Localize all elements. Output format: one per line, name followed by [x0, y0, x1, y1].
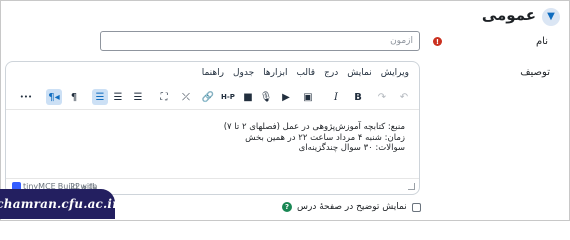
menu-insert[interactable]: درج	[324, 68, 338, 78]
redo-icon[interactable]: ↷	[374, 89, 390, 105]
toolbar-divider	[6, 109, 419, 110]
more-icon[interactable]: •••	[18, 89, 34, 105]
rtl-icon[interactable]: ¶◂	[46, 89, 62, 105]
unlink-icon[interactable]: ⤫	[178, 89, 194, 105]
name-input[interactable]	[100, 31, 420, 51]
watermark-text: chamran.cfu.ac.ir	[0, 197, 119, 211]
menu-format[interactable]: قالب	[296, 68, 315, 78]
menu-edit[interactable]: ویرایش	[381, 68, 409, 78]
editor-content[interactable]: منبع: کتابچه آموزش‌پژوهی در عمل (فصلهای …	[25, 122, 405, 154]
align-left-icon[interactable]: ☰	[130, 89, 146, 105]
editor-menubar: ویرایش نمایش درج قالب ابزارها جدول راهنم…	[202, 68, 409, 78]
record-audio-icon[interactable]: 🎙	[258, 89, 274, 105]
section-title: عمومی	[481, 6, 536, 24]
link-icon[interactable]: 🔗	[200, 89, 216, 105]
align-center-icon[interactable]: ☰	[110, 89, 126, 105]
undo-icon[interactable]: ↶	[396, 89, 412, 105]
menu-tools[interactable]: ابزارها	[263, 68, 287, 78]
watermark: chamran.cfu.ac.ir	[0, 189, 119, 219]
required-icon: !	[433, 37, 442, 46]
help-icon[interactable]: ?	[282, 202, 292, 212]
fullscreen-icon[interactable]: ⛶	[156, 89, 172, 105]
show-description-checkbox[interactable]	[411, 202, 421, 212]
show-description-option: نمایش توضیح در صفحهٔ درس ?	[282, 202, 421, 212]
content-line: زمان: شنبه ۴ مرداد ساعت ۲۲ در همین بخش	[245, 132, 405, 143]
show-description-label: نمایش توضیح در صفحهٔ درس	[297, 202, 407, 212]
menu-view[interactable]: نمایش	[347, 68, 371, 78]
bold-icon[interactable]: B	[350, 89, 366, 105]
description-editor: ویرایش نمایش درج قالب ابزارها جدول راهنم…	[5, 61, 420, 195]
collapse-section-chevron-icon[interactable]: ▼	[542, 8, 560, 26]
media-icon[interactable]: ▶	[278, 89, 294, 105]
content-line: منبع: کتابچه آموزش‌پژوهی در عمل (فصلهای …	[223, 122, 405, 132]
menu-table[interactable]: جدول	[233, 68, 254, 78]
ltr-icon[interactable]: ¶	[66, 89, 82, 105]
align-right-icon[interactable]: ☰	[92, 89, 108, 105]
menu-help[interactable]: راهنما	[202, 68, 224, 78]
editor-toolbar: ↶ ↷ B I ▣ ▶ 🎙 ■ H-P 🔗 ⤫ ⛶ ☰ ☰ ☰ ¶ ¶◂ •••	[20, 89, 410, 107]
italic-icon[interactable]: I	[328, 89, 344, 105]
h5p-icon[interactable]: H-P	[218, 89, 238, 105]
content-line: سوالات: ۳۰ سوال چندگزینه‌ای	[298, 143, 405, 153]
name-label: نام	[535, 36, 548, 47]
record-video-icon[interactable]: ■	[240, 89, 256, 105]
description-label: توصیف	[520, 67, 550, 78]
resize-handle-icon[interactable]	[408, 183, 415, 190]
image-icon[interactable]: ▣	[300, 89, 316, 105]
